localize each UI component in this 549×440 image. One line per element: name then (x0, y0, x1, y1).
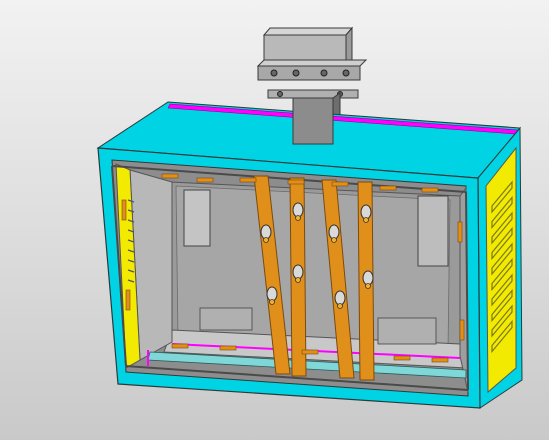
frame-clip (379, 185, 397, 191)
frame-clip (161, 173, 179, 179)
bolt (295, 215, 301, 221)
bolt (295, 277, 301, 283)
bolt-hole (292, 202, 304, 218)
frame-clip (459, 319, 465, 341)
cad-viewport[interactable] (0, 0, 549, 440)
bolt-hole (328, 224, 340, 240)
bolt (337, 303, 343, 309)
bolt (263, 237, 269, 243)
bolt-hole (360, 204, 372, 220)
bolt (363, 217, 369, 223)
bolt-hole (292, 264, 304, 280)
frame-clip (431, 357, 449, 363)
bolt-hole (266, 286, 278, 302)
frame-clip (301, 349, 319, 355)
frame-clip (171, 343, 189, 349)
mounting-bracket-top[interactable] (256, 26, 368, 99)
frame-clip (331, 181, 349, 187)
side-vent-panel-right[interactable] (477, 126, 523, 409)
frame-clip (393, 355, 411, 361)
bolt-hole (260, 224, 272, 240)
frame-clip (125, 289, 131, 311)
bolt (331, 237, 337, 243)
frame-clip (239, 177, 257, 183)
bolt-hole (362, 270, 374, 286)
frame-clip (287, 179, 305, 185)
frame-clip (421, 187, 439, 193)
frame-clip (219, 345, 237, 351)
frame-clip (457, 221, 463, 243)
bolt-hole (334, 290, 346, 306)
bolt (365, 283, 371, 289)
frame-clip (121, 199, 127, 221)
bolt (269, 299, 275, 305)
frame-clip (196, 177, 214, 183)
cabinet-model-drawing (96, 26, 523, 409)
